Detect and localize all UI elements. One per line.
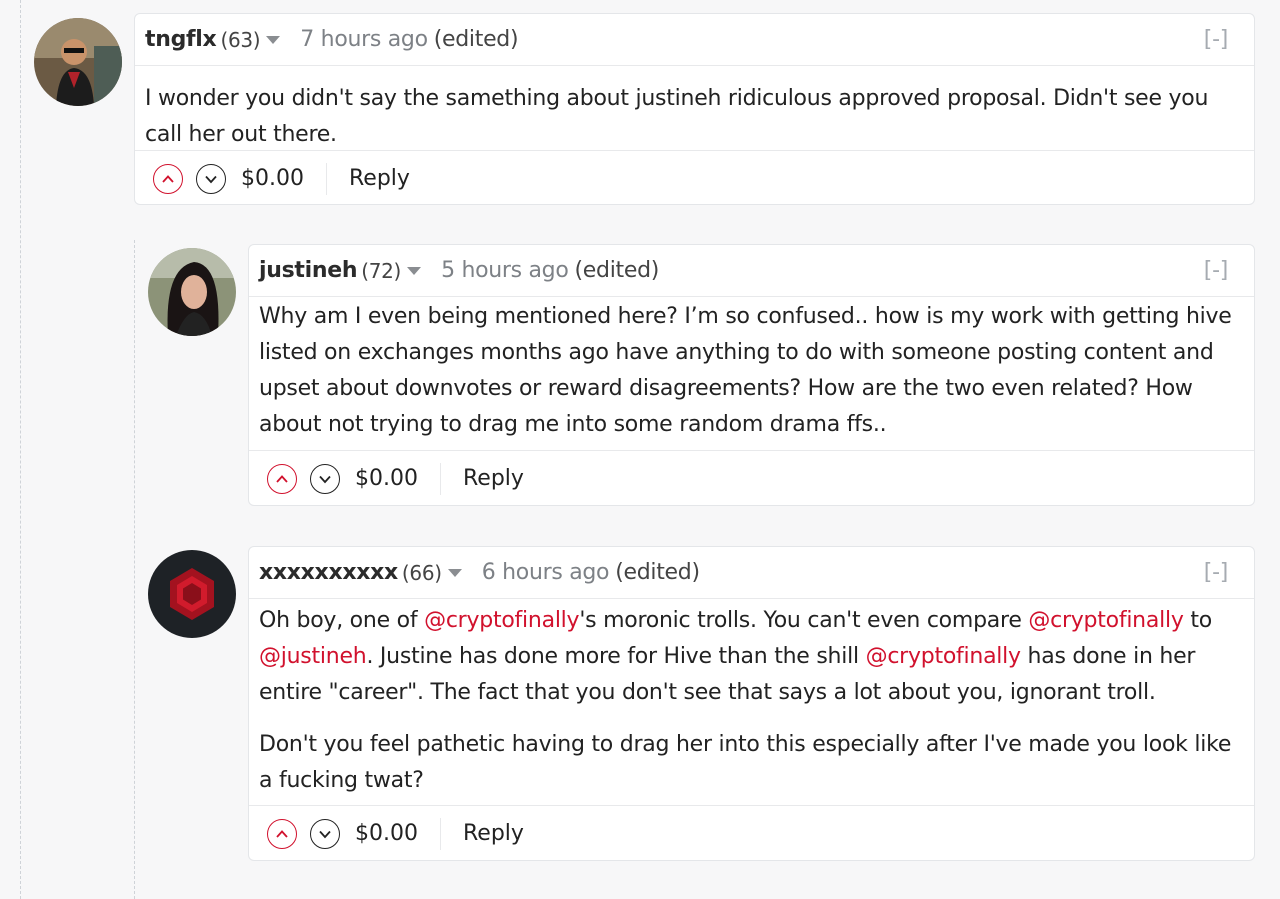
thread-guide-line-nested (134, 240, 135, 899)
avatar[interactable] (34, 18, 122, 106)
comment-footer: $0.00 Reply (249, 805, 1254, 861)
reply-button[interactable]: Reply (463, 821, 524, 846)
downvote-icon[interactable] (310, 463, 340, 494)
author-name[interactable]: tngflx (145, 27, 217, 52)
caret-down-icon[interactable] (447, 568, 462, 577)
timestamp-link[interactable]: 6 hours ago (482, 560, 610, 585)
payout-value[interactable]: $0.00 (355, 462, 441, 495)
text-segment: . Justine has done more for Hive than th… (366, 644, 866, 669)
avatar[interactable] (148, 248, 236, 336)
upvote-icon[interactable] (153, 163, 183, 194)
comment-paragraph: Oh boy, one of @cryptofinally's moronic … (259, 603, 1244, 711)
mention-link[interactable]: @cryptofinally (866, 644, 1022, 669)
comment-text: I wonder you didn't say the samething ab… (145, 86, 1209, 147)
comment-header: justineh (72) 5 hours ago (edited) [-] (249, 245, 1254, 297)
reply-button[interactable]: Reply (349, 166, 410, 191)
mention-link[interactable]: @cryptofinally (1028, 608, 1184, 633)
comment-body: Oh boy, one of @cryptofinally's moronic … (249, 599, 1254, 805)
text-segment: Oh boy, one of (259, 608, 425, 633)
comment-card: justineh (72) 5 hours ago (edited) [-] W… (248, 244, 1255, 506)
author-reputation: (63) (220, 27, 261, 52)
upvote-icon[interactable] (267, 818, 297, 849)
comment-header: tngflx (63) 7 hours ago (edited) [-] (135, 14, 1254, 66)
timestamp-link[interactable]: 5 hours ago (441, 258, 569, 283)
caret-down-icon[interactable] (407, 266, 422, 275)
payout-value[interactable]: $0.00 (241, 162, 327, 195)
upvote-icon[interactable] (267, 463, 297, 494)
comment-thread: tngflx (63) 7 hours ago (edited) [-] I w… (0, 0, 1280, 899)
thread-guide-line (20, 0, 21, 899)
collapse-toggle[interactable]: [-] (1204, 27, 1229, 52)
mention-link[interactable]: @justineh (259, 644, 367, 669)
timestamp-link[interactable]: 7 hours ago (300, 27, 428, 52)
avatar[interactable] (148, 550, 236, 638)
downvote-icon[interactable] (310, 818, 340, 849)
author-reputation: (66) (401, 560, 442, 585)
text-segment: 's moronic trolls. You can't even compar… (579, 608, 1029, 633)
comment-footer: $0.00 Reply (135, 150, 1254, 206)
mention-link[interactable]: @cryptofinally (424, 608, 580, 633)
comment-paragraph: Don't you feel pathetic having to drag h… (259, 732, 1232, 793)
collapse-toggle[interactable]: [-] (1204, 258, 1229, 283)
comment-card: xxxxxxxxxx (66) 6 hours ago (edited) [-]… (248, 546, 1255, 861)
comment-footer: $0.00 Reply (249, 450, 1254, 506)
comment-body: Why am I even being mentioned here? I’m … (249, 297, 1254, 450)
downvote-icon[interactable] (196, 163, 226, 194)
comment-body: I wonder you didn't say the samething ab… (135, 66, 1254, 150)
edited-label: (edited) (615, 560, 700, 585)
caret-down-icon[interactable] (266, 35, 281, 44)
text-segment: to (1183, 608, 1212, 633)
payout-value[interactable]: $0.00 (355, 817, 441, 850)
author-name[interactable]: justineh (259, 258, 358, 283)
reply-button[interactable]: Reply (463, 466, 524, 491)
author-name[interactable]: xxxxxxxxxx (259, 560, 398, 585)
comment-header: xxxxxxxxxx (66) 6 hours ago (edited) [-] (249, 547, 1254, 599)
comment-text: Why am I even being mentioned here? I’m … (259, 304, 1232, 437)
edited-label: (edited) (574, 258, 660, 283)
collapse-toggle[interactable]: [-] (1204, 560, 1229, 585)
edited-label: (edited) (433, 27, 519, 52)
author-reputation: (72) (361, 258, 402, 283)
comment-card: tngflx (63) 7 hours ago (edited) [-] I w… (134, 13, 1255, 205)
